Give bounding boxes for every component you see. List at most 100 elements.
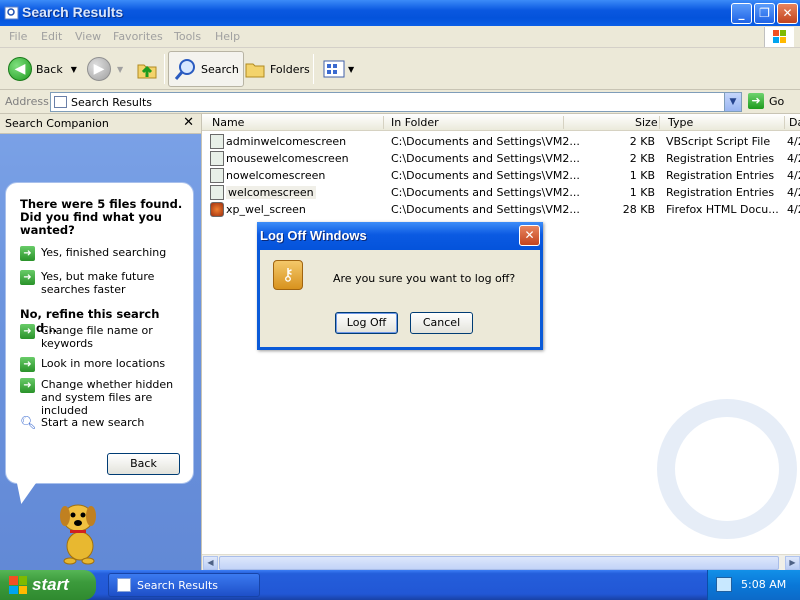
views-button[interactable]: ▼ bbox=[322, 51, 354, 87]
forward-dropdown-icon[interactable]: ▼ bbox=[117, 65, 123, 74]
taskbar: start Search Results 5:08 AM bbox=[0, 570, 800, 600]
scrollbar-thumb[interactable] bbox=[219, 556, 779, 570]
menu-tools[interactable]: Tools bbox=[174, 30, 201, 43]
search-watermark-icon bbox=[657, 399, 797, 539]
go-label: Go bbox=[769, 94, 785, 108]
address-dropdown-icon[interactable]: ▼ bbox=[724, 93, 741, 111]
table-row[interactable]: xp_wel_screen C:\Documents and Settings\… bbox=[202, 201, 800, 218]
back-label: Back bbox=[36, 62, 63, 76]
column-type[interactable]: Type bbox=[668, 116, 693, 130]
file-date: 4/2 bbox=[787, 135, 800, 148]
green-arrow-icon: ➜ bbox=[20, 270, 35, 285]
table-row[interactable]: adminwelcomescreen C:\Documents and Sett… bbox=[202, 133, 800, 150]
file-date: 4/2 bbox=[787, 152, 800, 165]
clock[interactable]: 5:08 AM bbox=[741, 578, 786, 591]
window-title: Search Results bbox=[22, 4, 124, 20]
file-size: 2 KB bbox=[629, 152, 655, 165]
file-date: 4/2 bbox=[787, 169, 800, 182]
column-headers: Name In Folder Size Type Da bbox=[202, 114, 800, 131]
option-hidden-system-files[interactable]: ➜ Change whether hidden and system files… bbox=[20, 378, 188, 417]
scroll-left-icon[interactable]: ◀ bbox=[203, 556, 218, 570]
up-folder-icon bbox=[137, 64, 157, 79]
file-size: 28 KB bbox=[622, 203, 655, 216]
file-date: 4/2 bbox=[787, 186, 800, 199]
folders-icon bbox=[245, 63, 265, 78]
menu-favorites[interactable]: Favorites bbox=[113, 30, 163, 43]
folders-label: Folders bbox=[270, 62, 310, 76]
back-arrow-icon: ◀ bbox=[8, 57, 32, 81]
menu-view[interactable]: View bbox=[75, 30, 101, 43]
folders-button[interactable]: Folders bbox=[244, 51, 310, 87]
log-off-button[interactable]: Log Off bbox=[335, 312, 398, 334]
search-companion-header: Search Companion ✕ bbox=[0, 114, 201, 134]
search-dog-icon[interactable] bbox=[48, 494, 108, 566]
forward-arrow-icon: ▶ bbox=[87, 57, 111, 81]
network-icon[interactable] bbox=[716, 577, 732, 592]
option-change-filename[interactable]: ➜ Change file name or keywords bbox=[20, 324, 188, 350]
address-label: Address bbox=[5, 95, 49, 108]
minimize-button[interactable]: _ bbox=[731, 3, 752, 24]
file-name: adminwelcomescreen bbox=[226, 135, 347, 148]
bubble-tail bbox=[11, 482, 37, 504]
file-name: xp_wel_screen bbox=[226, 203, 306, 216]
table-row[interactable]: mousewelcomescreen C:\Documents and Sett… bbox=[202, 150, 800, 167]
windows-flag-icon bbox=[9, 576, 27, 594]
option-new-search[interactable]: 🔍︎ Start a new search bbox=[20, 416, 188, 431]
search-companion-title: Search Companion bbox=[5, 117, 109, 130]
horizontal-scrollbar[interactable]: ◀ ▶ bbox=[202, 554, 800, 570]
window-titlebar[interactable]: Search Results _ ❐ ✕ bbox=[0, 0, 800, 26]
companion-bubble: There were 5 files found. Did you find w… bbox=[5, 182, 194, 484]
go-button[interactable]: ➜ Go bbox=[748, 93, 784, 109]
option-label: Yes, finished searching bbox=[41, 246, 167, 259]
table-row[interactable]: welcomescreen C:\Documents and Settings\… bbox=[202, 184, 800, 201]
maximize-button[interactable]: ❐ bbox=[754, 3, 775, 24]
windows-logo-icon bbox=[764, 27, 794, 47]
address-input[interactable]: Search Results ▼ bbox=[50, 92, 742, 112]
companion-close-icon[interactable]: ✕ bbox=[183, 115, 194, 130]
forward-button[interactable]: ▶ ▼ bbox=[87, 51, 123, 87]
menu-help[interactable]: Help bbox=[215, 30, 240, 43]
close-button[interactable]: ✕ bbox=[777, 3, 798, 24]
taskbar-item-search-results[interactable]: Search Results bbox=[108, 573, 260, 597]
dialog-close-button[interactable]: ✕ bbox=[519, 225, 540, 246]
back-button[interactable]: ◀ Back ▼ bbox=[8, 51, 77, 87]
search-label: Search bbox=[201, 62, 239, 76]
green-arrow-icon: ➜ bbox=[20, 357, 35, 372]
results-question: There were 5 files found. Did you find w… bbox=[20, 197, 183, 237]
file-type: Registration Entries bbox=[666, 152, 775, 165]
menu-file[interactable]: File bbox=[9, 30, 27, 43]
start-button[interactable]: start bbox=[0, 570, 96, 600]
column-date[interactable]: Da bbox=[789, 116, 800, 130]
menu-edit[interactable]: Edit bbox=[41, 30, 62, 43]
option-finished-searching[interactable]: ➜ Yes, finished searching bbox=[20, 246, 188, 261]
dialog-titlebar[interactable]: Log Off Windows ✕ bbox=[257, 222, 543, 250]
views-dropdown-icon[interactable]: ▼ bbox=[348, 65, 354, 74]
firefox-html-file-icon bbox=[210, 202, 224, 217]
up-folder-button[interactable] bbox=[135, 51, 159, 87]
search-window-icon bbox=[117, 578, 131, 592]
cancel-button[interactable]: Cancel bbox=[410, 312, 473, 334]
companion-back-button[interactable]: Back bbox=[107, 453, 180, 475]
file-size: 2 KB bbox=[629, 135, 655, 148]
scroll-right-icon[interactable]: ▶ bbox=[785, 556, 800, 570]
search-button[interactable]: Search bbox=[168, 51, 244, 87]
column-in-folder[interactable]: In Folder bbox=[391, 116, 439, 130]
option-label: Change whether hidden and system files a… bbox=[41, 378, 174, 417]
back-dropdown-icon[interactable]: ▼ bbox=[71, 65, 77, 74]
system-tray: 5:08 AM bbox=[707, 570, 800, 600]
option-faster-searches[interactable]: ➜ Yes, but make future searches faster bbox=[20, 270, 188, 296]
key-icon: ⚷ bbox=[273, 260, 303, 290]
file-type: Registration Entries bbox=[666, 186, 775, 199]
file-size: 1 KB bbox=[629, 186, 655, 199]
column-size[interactable]: Size bbox=[635, 116, 658, 130]
green-arrow-icon: ➜ bbox=[20, 378, 35, 393]
file-folder: C:\Documents and Settings\VM2... bbox=[391, 203, 580, 216]
file-date: 4/2 bbox=[787, 203, 800, 216]
file-type: Firefox HTML Docu... bbox=[666, 203, 779, 216]
column-name[interactable]: Name bbox=[212, 116, 244, 130]
table-row[interactable]: nowelcomescreen C:\Documents and Setting… bbox=[202, 167, 800, 184]
address-bar: Address Search Results ▼ ➜ Go bbox=[0, 90, 800, 114]
log-off-dialog: Log Off Windows ✕ ⚷ Are you sure you wan… bbox=[257, 222, 543, 350]
option-more-locations[interactable]: ➜ Look in more locations bbox=[20, 357, 188, 372]
views-icon bbox=[323, 60, 345, 78]
